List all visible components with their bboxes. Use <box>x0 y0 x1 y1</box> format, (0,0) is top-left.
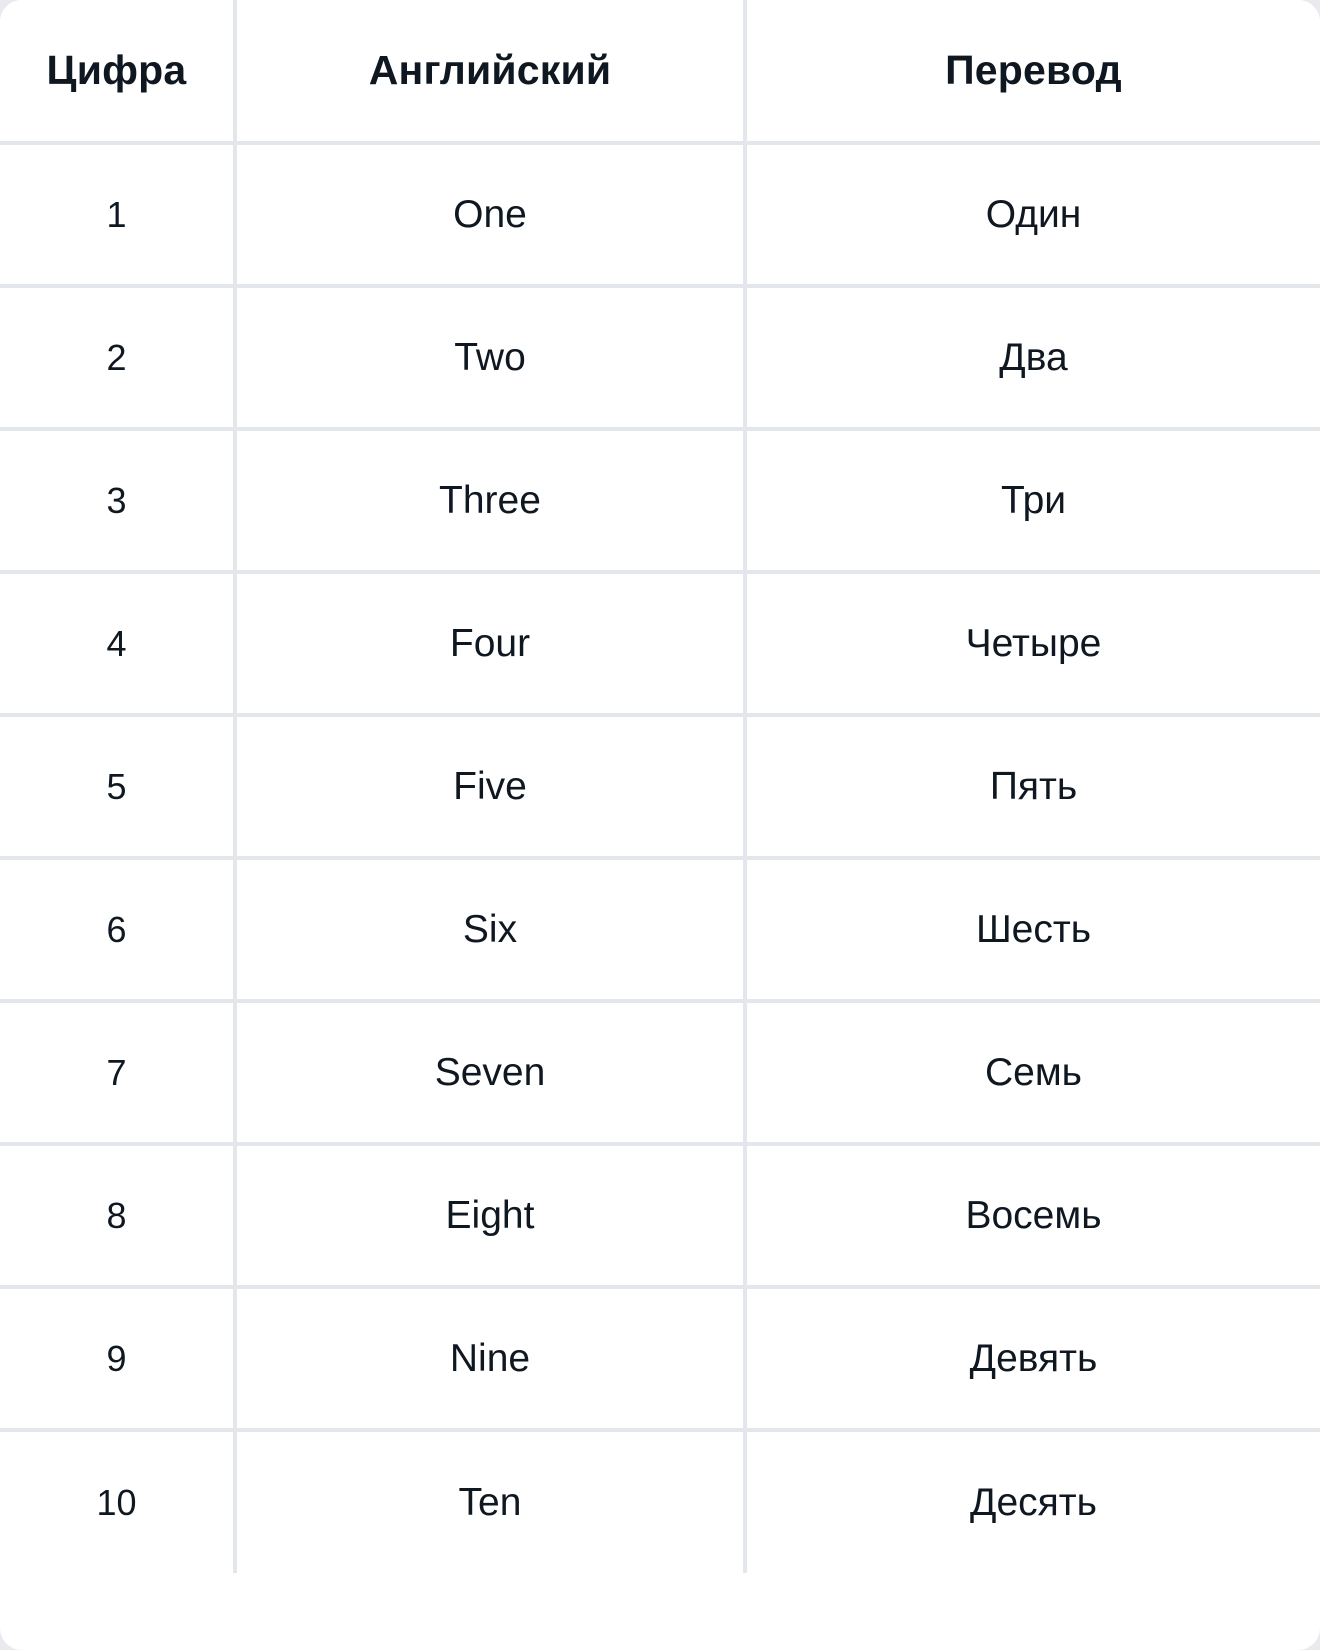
column-header-russian: Перевод <box>745 0 1320 145</box>
table-row: 1 One Один <box>0 143 1320 288</box>
column-header-digit: Цифра <box>0 0 237 145</box>
table-row: 8 Eight Восемь <box>0 1144 1320 1289</box>
cell-digit: 2 <box>0 286 237 431</box>
cell-digit: 9 <box>0 1287 237 1432</box>
table-row: 3 Three Три <box>0 429 1320 574</box>
cell-russian: Пять <box>745 715 1320 860</box>
table-header: Цифра Английский Перевод <box>0 0 1320 145</box>
column-header-english: Английский <box>235 0 747 145</box>
cell-digit: 10 <box>0 1430 237 1573</box>
cell-english: Two <box>235 286 747 431</box>
cell-english: Seven <box>235 1001 747 1146</box>
cell-digit: 4 <box>0 572 237 717</box>
cell-russian: Девять <box>745 1287 1320 1432</box>
cell-digit: 3 <box>0 429 237 574</box>
cell-english: Nine <box>235 1287 747 1432</box>
cell-russian: Четыре <box>745 572 1320 717</box>
cell-english: Three <box>235 429 747 574</box>
cell-english: Six <box>235 858 747 1003</box>
cell-digit: 5 <box>0 715 237 860</box>
cell-digit: 1 <box>0 143 237 288</box>
table-row: 4 Four Четыре <box>0 572 1320 717</box>
numbers-translation-table: Цифра Английский Перевод 1 One Один 2 Two Два… <box>0 0 1320 1573</box>
cell-digit: 7 <box>0 1001 237 1146</box>
cell-russian: Семь <box>745 1001 1320 1146</box>
cell-russian: Восемь <box>745 1144 1320 1289</box>
cell-english: Five <box>235 715 747 860</box>
cell-russian: Два <box>745 286 1320 431</box>
table-body: 1 One Один 2 Two Два 3 Three Три 4 Four Четыре 5 Five… <box>0 143 1320 1573</box>
cell-russian: Шесть <box>745 858 1320 1003</box>
table-row: 9 Nine Девять <box>0 1287 1320 1432</box>
table-row: 5 Five Пять <box>0 715 1320 860</box>
cell-english: One <box>235 143 747 288</box>
cell-english: Eight <box>235 1144 747 1289</box>
cell-english: Ten <box>235 1430 747 1573</box>
cell-english: Four <box>235 572 747 717</box>
table-row: 7 Seven Семь <box>0 1001 1320 1146</box>
table-header-row: Цифра Английский Перевод <box>0 0 1320 145</box>
table-row: 10 Ten Десять <box>0 1430 1320 1573</box>
cell-digit: 8 <box>0 1144 237 1289</box>
table-card: Цифра Английский Перевод 1 One Один 2 Two Два… <box>0 0 1320 1650</box>
table-row: 2 Two Два <box>0 286 1320 431</box>
cell-russian: Один <box>745 143 1320 288</box>
table-row: 6 Six Шесть <box>0 858 1320 1003</box>
cell-digit: 6 <box>0 858 237 1003</box>
cell-russian: Десять <box>745 1430 1320 1573</box>
cell-russian: Три <box>745 429 1320 574</box>
